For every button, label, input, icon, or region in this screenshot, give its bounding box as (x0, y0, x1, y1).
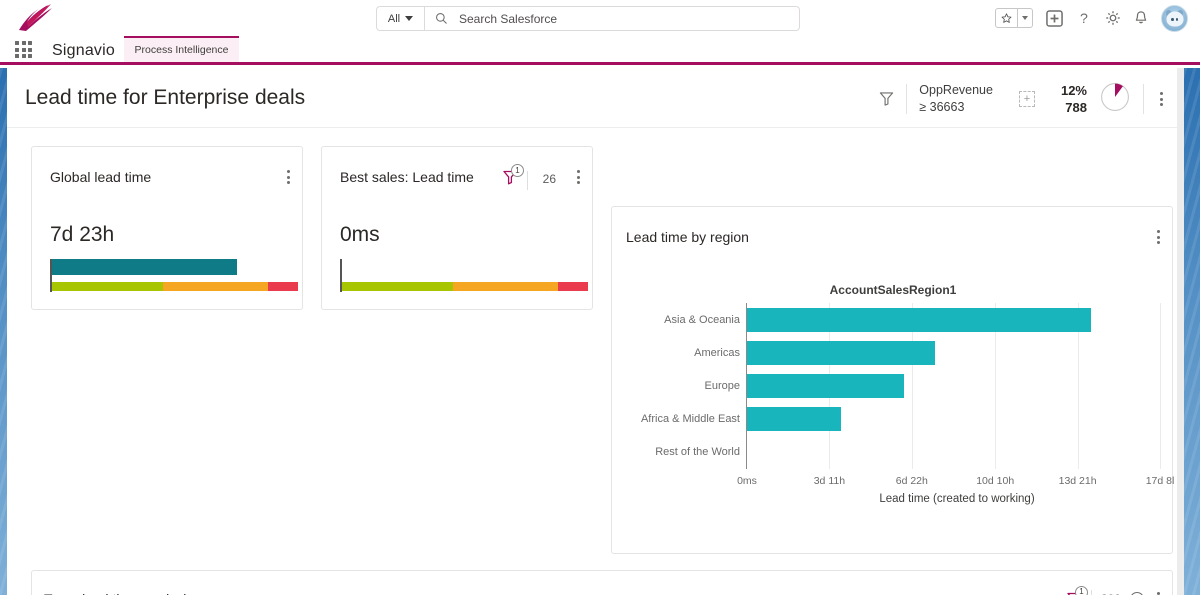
bullet-range-bands (52, 282, 298, 291)
x-axis-tick-label: 0ms (737, 475, 757, 487)
bullet-band (52, 282, 163, 291)
dashboard-menu-button[interactable] (1156, 88, 1167, 110)
card-title: Lead time by region (626, 229, 749, 245)
dashboard-page: Lead time for Enterprise deals OppRevenu… (7, 68, 1177, 595)
filter-donut-chart[interactable] (1099, 81, 1131, 118)
divider (1090, 589, 1092, 595)
filter-percent: 12% (1060, 83, 1087, 98)
dashboard-controls: OppRevenue ≥ 36663 + 12% 788 (879, 80, 1167, 118)
y-axis-category-label: Africa & Middle East (640, 413, 740, 426)
card-menu-button[interactable] (1153, 226, 1164, 248)
favorites-dropdown-toggle[interactable] (1017, 9, 1032, 27)
signavio-logo-icon[interactable] (14, 2, 58, 32)
x-axis-tick-label: 10d 10h (976, 475, 1015, 487)
add-filter-button[interactable]: + (1018, 91, 1035, 107)
divider (527, 171, 528, 190)
bullet-band (452, 282, 559, 291)
global-search-bar[interactable]: All Search Salesforce (376, 6, 800, 31)
card-header-actions: 1 309 i (1066, 585, 1164, 595)
filter-field-name: OppRevenue (919, 83, 993, 97)
x-axis-tick-label: 6d 22h (895, 475, 928, 487)
app-navigation-bar: Signavio Process Intelligence (0, 36, 1200, 65)
bullet-chart (340, 259, 588, 292)
filter-badge-count: 1 (1074, 585, 1088, 595)
kpi-value: 0ms (340, 223, 380, 246)
global-actions: ? (995, 4, 1188, 32)
x-axis-tick-label: 17d 8l (1145, 475, 1175, 487)
help-button[interactable]: ? (1076, 10, 1092, 27)
x-axis-tick-label: 13d 21h (1058, 475, 1097, 487)
y-axis-category-label: Asia & Oceania (664, 313, 740, 326)
filter-count: 788 (1065, 100, 1087, 115)
bullet-band (268, 282, 298, 291)
bullet-measure-bar (52, 259, 237, 275)
bar[interactable] (747, 374, 904, 398)
y-axis-category-label: Rest of the World (655, 446, 740, 459)
y-axis-category-label: Americas (694, 346, 740, 359)
star-icon (996, 9, 1017, 27)
card-best-sales-lead-time: Best sales: Lead time 1 26 0ms (321, 146, 593, 310)
card-title: Global lead time (50, 169, 152, 185)
x-axis-title: Lead time (created to working) (879, 493, 1035, 505)
divider (906, 84, 908, 114)
search-input[interactable]: Search Salesforce (425, 7, 799, 30)
app-launcher-icon[interactable] (15, 41, 32, 58)
gridline (1160, 303, 1161, 469)
card-lead-time-by-region: Lead time by region AccountSalesRegion1 … (611, 206, 1174, 554)
filter-kpi: 12% 788 (1061, 83, 1087, 115)
card-title: Best sales: Lead time (340, 169, 474, 185)
search-icon (436, 13, 447, 24)
card-filter-indicator[interactable]: 1 (502, 164, 524, 186)
bullet-band (558, 282, 588, 291)
chevron-down-icon (405, 16, 414, 21)
tab-process-intelligence[interactable]: Process Intelligence (124, 36, 239, 62)
bar[interactable] (747, 307, 1091, 332)
notifications-bell-button[interactable] (1134, 10, 1148, 26)
desktop-background-right (1184, 68, 1200, 595)
user-avatar[interactable] (1161, 4, 1188, 32)
divider (1143, 84, 1144, 114)
card-menu-button[interactable] (1153, 588, 1164, 595)
svg-text:?: ? (1080, 11, 1088, 27)
search-placeholder: Search Salesforce (459, 11, 558, 26)
dashboard-header: Lead time for Enterprise deals OppRevenu… (7, 68, 1177, 128)
chart-series-label: AccountSalesRegion1 (829, 283, 957, 297)
card-menu-button[interactable] (283, 166, 294, 188)
search-scope-label: All (387, 12, 401, 25)
bullet-range-bands (342, 282, 588, 291)
y-axis-category-label: Europe (704, 380, 740, 392)
card-team-lead-time-analysis: Team lead time analysis 1 309 i Occurren… (31, 570, 1173, 595)
favorites-button[interactable] (995, 8, 1033, 28)
card-global-lead-time: Global lead time 7d 23h (31, 146, 303, 310)
card-record-count: 26 (542, 172, 556, 186)
filter-condition: ≥ 36663 (919, 100, 965, 114)
card-menu-button[interactable] (573, 166, 584, 188)
card-title: Team lead time analysis (44, 591, 193, 595)
bullet-chart (50, 259, 298, 292)
kpi-value: 7d 23h (50, 223, 115, 246)
salesforce-global-header: All Search Salesforce ? (0, 0, 1200, 36)
bar[interactable] (747, 407, 842, 432)
add-button[interactable] (1046, 9, 1063, 27)
filter-badge-count: 1 (511, 164, 524, 177)
setup-gear-button[interactable] (1105, 10, 1121, 26)
app-name-label: Signavio (52, 42, 115, 59)
screen-root: All Search Salesforce ? Signavio Process… (0, 0, 1200, 595)
search-scope-dropdown[interactable]: All (377, 7, 425, 30)
bullet-band (162, 282, 269, 291)
bullet-band (342, 282, 453, 291)
funnel-icon[interactable] (879, 91, 894, 107)
active-filter[interactable]: OppRevenue ≥ 36663 (919, 83, 993, 115)
page-title: Lead time for Enterprise deals (25, 86, 306, 109)
bar-chart-plot: Lead time (created to working) 0ms 3d 11h… (626, 303, 1174, 505)
x-axis-tick-label: 3d 11h (813, 475, 846, 487)
bar[interactable] (747, 340, 935, 365)
card-filter-indicator[interactable]: 1 (1066, 585, 1088, 595)
